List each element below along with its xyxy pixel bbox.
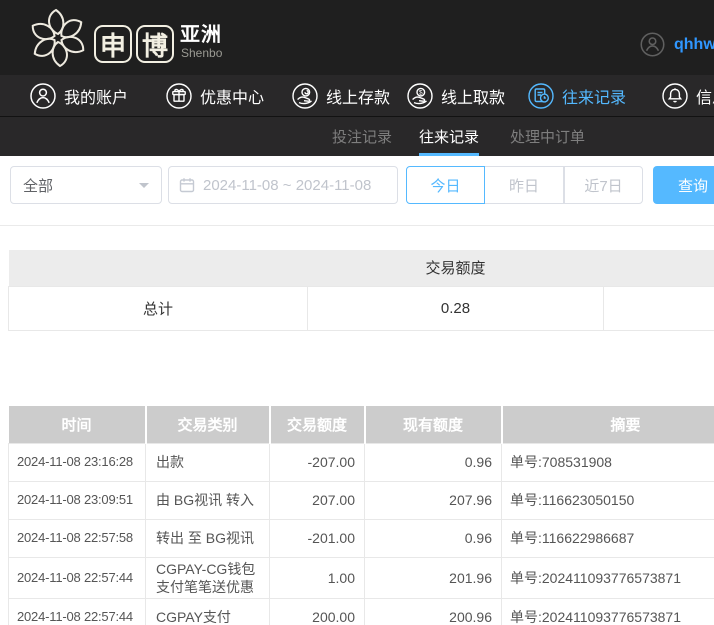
type-select-value: 全部 [23,175,53,196]
tab-bet-records[interactable]: 投注记录 [332,117,392,156]
cell-memo: 单号:116623050150 [502,481,714,519]
summary-header-row: 交易额度 [9,250,714,286]
nav-item-promotions[interactable]: 优惠中心 [166,75,264,116]
transactions-header-row: 时间 交易类别 交易额度 现有额度 摘要 [9,406,714,443]
cell-time: 2024-11-08 23:16:28 [9,443,146,481]
search-button[interactable]: 查询 [653,166,714,204]
nav-item-records[interactable]: 往来记录 [528,75,626,116]
cell-memo: 单号:202411093776573871 [502,557,714,598]
table-row: 2024-11-08 23:16:28 出款 -207.00 0.96 单号:7… [9,443,714,481]
nav-item-messages[interactable]: 信息 [662,75,714,116]
summary-header-empty-2 [604,250,714,286]
logo-char-2: 博 [136,25,174,63]
cell-time: 2024-11-08 22:57:58 [9,519,146,557]
cell-time: 2024-11-08 22:57:44 [9,598,146,625]
cell-type: 转出 至 BG视讯 [146,519,270,557]
cell-amount: 1.00 [270,557,365,598]
yesterday-button[interactable]: 昨日 [485,166,564,204]
last7days-button[interactable]: 近7日 [564,166,643,204]
table-row: 2024-11-08 22:57:44 CGPAY支付 200.00 200.9… [9,598,714,625]
summary-header-empty-1 [9,250,308,286]
nav-label: 线上取款 [441,84,505,108]
nav-label: 线上存款 [326,84,390,108]
cell-balance: 200.96 [365,598,502,625]
quick-range-group: 今日 昨日 近7日 [406,166,643,204]
col-header-amount: 交易额度 [270,406,365,443]
summary-total-value: 0.28 [308,286,604,330]
filter-bar: 全部 2024-11-08 ~ 2024-11-08 今日 昨日 近7日 查询 [0,156,714,226]
page: 申 博 亚洲 Shenbo qhhw 我的账户 [0,0,714,625]
records-icon [528,83,554,109]
username[interactable]: qhhw [674,36,714,54]
svg-text:$: $ [419,89,423,96]
cell-time: 2024-11-08 22:57:44 [9,557,146,598]
top-header: 申 博 亚洲 Shenbo qhhw [0,0,714,75]
cell-amount: 200.00 [270,598,365,625]
table-row: 2024-11-08 22:57:44 CGPAY-CG钱包支付笔笔送优惠 1.… [9,557,714,598]
col-header-memo: 摘要 [502,406,714,443]
sub-nav: 投注记录 往来记录 处理中订单 [0,117,714,156]
cell-type: CGPAY支付 [146,598,270,625]
cell-type: CGPAY-CG钱包支付笔笔送优惠 [146,557,270,598]
user-icon [30,83,56,109]
account-widget[interactable]: qhhw [640,32,714,57]
col-header-type: 交易类别 [146,406,270,443]
brand-region: 亚洲 [180,25,222,45]
brand-subtitle: Shenbo [181,47,222,59]
tab-transaction-records[interactable]: 往来记录 [419,117,479,156]
nav-item-deposit[interactable]: 线上存款 [292,75,390,116]
cell-type: 由 BG视讯 转入 [146,481,270,519]
summary-header-amount: 交易额度 [308,250,604,286]
flower-logo-icon [28,6,88,68]
cell-memo: 单号:202411093776573871 [502,598,714,625]
account-user-icon [640,32,665,57]
summary-total-row: 总计 0.28 [9,286,714,330]
nav-label: 往来记录 [562,84,626,108]
col-header-time: 时间 [9,406,146,443]
col-header-balance: 现有额度 [365,406,502,443]
bell-icon [662,83,688,109]
date-range-input[interactable]: 2024-11-08 ~ 2024-11-08 [168,166,398,204]
nav-item-my-account[interactable]: 我的账户 [30,75,128,116]
withdraw-icon: $ [407,83,433,109]
table-row: 2024-11-08 22:57:58 转出 至 BG视讯 -201.00 0.… [9,519,714,557]
cell-balance: 0.96 [365,443,502,481]
cell-balance: 207.96 [365,481,502,519]
type-select[interactable]: 全部 [10,166,162,204]
gift-icon [166,83,192,109]
cell-type: 出款 [146,443,270,481]
cell-amount: -207.00 [270,443,365,481]
summary-empty-cell [604,286,714,330]
today-button[interactable]: 今日 [406,166,485,204]
summary-total-label: 总计 [9,286,308,330]
nav-label: 优惠中心 [200,84,264,108]
cell-time: 2024-11-08 23:09:51 [9,481,146,519]
table-row: 2024-11-08 23:09:51 由 BG视讯 转入 207.00 207… [9,481,714,519]
transactions-table: 时间 交易类别 交易额度 现有额度 摘要 2024-11-08 23:16:28… [8,406,714,625]
cell-balance: 201.96 [365,557,502,598]
cell-amount: -201.00 [270,519,365,557]
main-nav: 我的账户 优惠中心 [0,75,714,117]
deposit-icon [292,83,318,109]
cell-memo: 单号:116622986687 [502,519,714,557]
cell-balance: 0.96 [365,519,502,557]
cell-amount: 207.00 [270,481,365,519]
cell-memo: 单号:708531908 [502,443,714,481]
chevron-down-icon [139,183,149,193]
nav-label: 我的账户 [64,84,128,108]
nav-item-withdraw[interactable]: $ 线上取款 [407,75,505,116]
calendar-icon [179,177,195,193]
nav-label: 信息 [696,84,714,108]
date-range-value: 2024-11-08 ~ 2024-11-08 [203,177,371,194]
summary-table: 交易额度 总计 0.28 [8,250,714,331]
logo-char-1: 申 [94,25,132,63]
tab-pending-orders[interactable]: 处理中订单 [510,117,585,156]
